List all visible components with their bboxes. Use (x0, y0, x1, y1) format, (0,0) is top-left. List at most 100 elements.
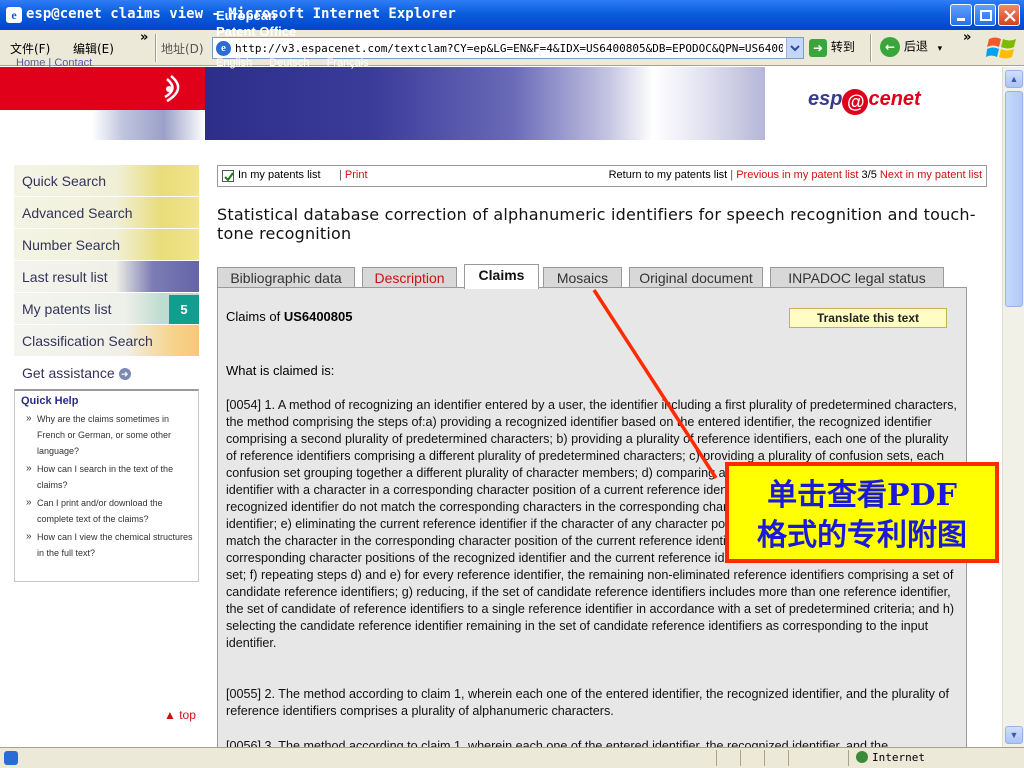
previous-link[interactable]: Previous in my patent list (736, 169, 858, 181)
sidebar-item-get-assistance[interactable]: Get assistance ➜ (14, 357, 199, 389)
scroll-thumb[interactable] (1005, 91, 1023, 307)
sidebar-item-label: Advanced Search (22, 205, 133, 221)
zone-label: Internet (872, 751, 925, 764)
office-name: European Patent Office (216, 8, 296, 40)
go-arrow-icon: ➜ (809, 38, 827, 57)
security-zone: Internet (856, 751, 925, 764)
scroll-up-arrow-icon[interactable]: ▲ (1005, 70, 1023, 88)
claims-intro: What is claimed is: (226, 363, 335, 378)
tab-mosaics[interactable]: Mosaics (543, 267, 622, 289)
sidebar: Quick Search Advanced Search Number Sear… (14, 165, 199, 582)
claim-paragraph: [0055] 2. The method according to claim … (226, 687, 949, 718)
scroll-down-arrow-icon[interactable]: ▼ (1005, 726, 1023, 744)
page-status-icon (4, 751, 18, 765)
quick-help-title: Quick Help (21, 395, 79, 407)
sidebar-item-classification-search[interactable]: Classification Search (14, 325, 199, 357)
sidebar-item-my-patents-list[interactable]: My patents list 5 (14, 293, 199, 325)
return-to-list-link[interactable]: Return to my patents list (609, 169, 728, 181)
quick-help-link[interactable]: » How can I search in the text of the cla… (15, 461, 198, 493)
back-label: 后退 (903, 39, 928, 54)
divider: | (339, 169, 342, 181)
status-divider (848, 750, 849, 766)
sidebar-item-label: Quick Search (22, 173, 107, 189)
windows-logo-icon (986, 37, 1016, 59)
lang-deutsch[interactable]: Deutsch (269, 57, 309, 69)
lang-francais[interactable]: Français (327, 57, 369, 69)
claim-paragraph: [0056] 3. The method according to claim … (226, 739, 889, 747)
epo-logo[interactable] (0, 67, 205, 110)
status-divider (740, 750, 741, 766)
list-navigation: Return to my patents list | Previous in … (609, 169, 982, 181)
print-link[interactable]: Print (345, 169, 368, 181)
address-dropdown-icon[interactable] (786, 38, 803, 58)
list-position: 3/5 (861, 169, 877, 181)
go-button[interactable]: ➜ 转到 (809, 38, 855, 57)
espacenet-at-icon: @ (842, 89, 869, 115)
bullet-icon: » (26, 413, 32, 424)
globe-icon (856, 751, 868, 763)
tab-inpadoc-legal-status[interactable]: INPADOC legal status (770, 267, 944, 289)
arrow-right-circle-icon: ➜ (118, 368, 131, 380)
patent-action-bar: In my patents list | Print Return to my … (217, 165, 987, 187)
annotation-callout: 单击查看PDF 格式的专利附图 (725, 462, 999, 563)
office-name-line1: European (216, 8, 276, 23)
header-office-band (205, 67, 765, 140)
menu-overflow-chevron[interactable]: » (140, 30, 148, 45)
quick-help-link[interactable]: » Why are the claims sometimes in French … (15, 411, 198, 459)
quick-help-link[interactable]: » Can I print and/or download the complet… (15, 495, 198, 527)
address-url[interactable]: http://v3.espacenet.com/textclam?CY=ep&L… (235, 42, 783, 55)
next-link[interactable]: Next in my patent list (880, 169, 982, 181)
translate-button[interactable]: Translate this text (789, 308, 947, 328)
home-contact-links: Home | Contact (16, 57, 93, 69)
annotation-line-2: 格式的专利附图 (757, 518, 967, 553)
espacenet-logo[interactable]: esp @ cenet (808, 88, 921, 115)
sidebar-item-quick-search[interactable]: Quick Search (14, 165, 199, 197)
menu-file[interactable]: 文件(F) (10, 40, 50, 57)
sidebar-item-get-assistance-row: Get assistance ➜ (22, 365, 131, 381)
menu-edit[interactable]: 编辑(E) (73, 40, 114, 57)
back-arrow-icon: ← (880, 37, 900, 57)
tab-bibliographic-data[interactable]: Bibliographic data (217, 267, 355, 289)
tab-description[interactable]: Description (362, 267, 457, 289)
browser-toolbar: 文件(F) 编辑(E) » 地址(D) e http://v3.espacene… (0, 30, 1024, 66)
sidebar-item-label: Classification Search (22, 333, 153, 349)
tab-original-document[interactable]: Original document (629, 267, 763, 289)
bullet-icon: » (26, 497, 32, 508)
sidebar-item-number-search[interactable]: Number Search (14, 229, 199, 261)
minimize-button[interactable] (950, 4, 972, 26)
toolbar-overflow-chevron[interactable]: » (963, 30, 971, 45)
sidebar-item-last-result-list[interactable]: Last result list (14, 261, 199, 293)
back-to-top-link[interactable]: ▲ top (164, 708, 196, 722)
tab-claims[interactable]: Claims (464, 264, 539, 289)
in-my-patents-label[interactable]: In my patents list (238, 169, 321, 181)
toolbar-divider (155, 34, 157, 62)
sidebar-item-advanced-search[interactable]: Advanced Search (14, 197, 199, 229)
status-divider (788, 750, 789, 766)
document-tabs: Bibliographic data Description Claims Mo… (217, 264, 966, 289)
back-dropdown-icon[interactable]: ▾ (938, 44, 943, 54)
close-button[interactable] (998, 4, 1020, 26)
maximize-button[interactable] (974, 4, 996, 26)
office-name-line2: Patent Office (216, 24, 297, 39)
back-button[interactable]: ← 后退 ▾ (880, 37, 942, 57)
home-link[interactable]: Home (16, 57, 45, 69)
vertical-scrollbar[interactable]: ▲ ▼ (1002, 67, 1024, 747)
patent-number: US6400805 (283, 309, 353, 324)
toolbar-divider (870, 34, 872, 62)
language-links: English Deutsch Français (216, 57, 383, 69)
patent-title: Statistical database correction of alpha… (217, 205, 976, 243)
sidebar-item-label: Get assistance (22, 365, 115, 381)
go-label: 转到 (830, 40, 855, 54)
quick-help-text: How can I search in the text of the clai… (37, 464, 174, 490)
ie-icon: e (6, 7, 22, 23)
status-divider (716, 750, 717, 766)
print-group: | Print (339, 169, 368, 181)
window-title-bar: e esp@cenet claims view - Microsoft Inte… (0, 0, 1024, 30)
in-my-patents-checkbox[interactable] (222, 170, 234, 182)
lang-english[interactable]: English (216, 57, 252, 69)
quick-help-box: Quick Help » Why are the claims sometimes… (14, 389, 199, 582)
claims-of-prefix: Claims of (226, 309, 281, 324)
quick-help-link[interactable]: » How can I view the chemical structures … (15, 529, 198, 561)
contact-link[interactable]: Contact (54, 57, 92, 69)
address-bar[interactable]: e http://v3.espacenet.com/textclam?CY=ep… (212, 37, 804, 59)
